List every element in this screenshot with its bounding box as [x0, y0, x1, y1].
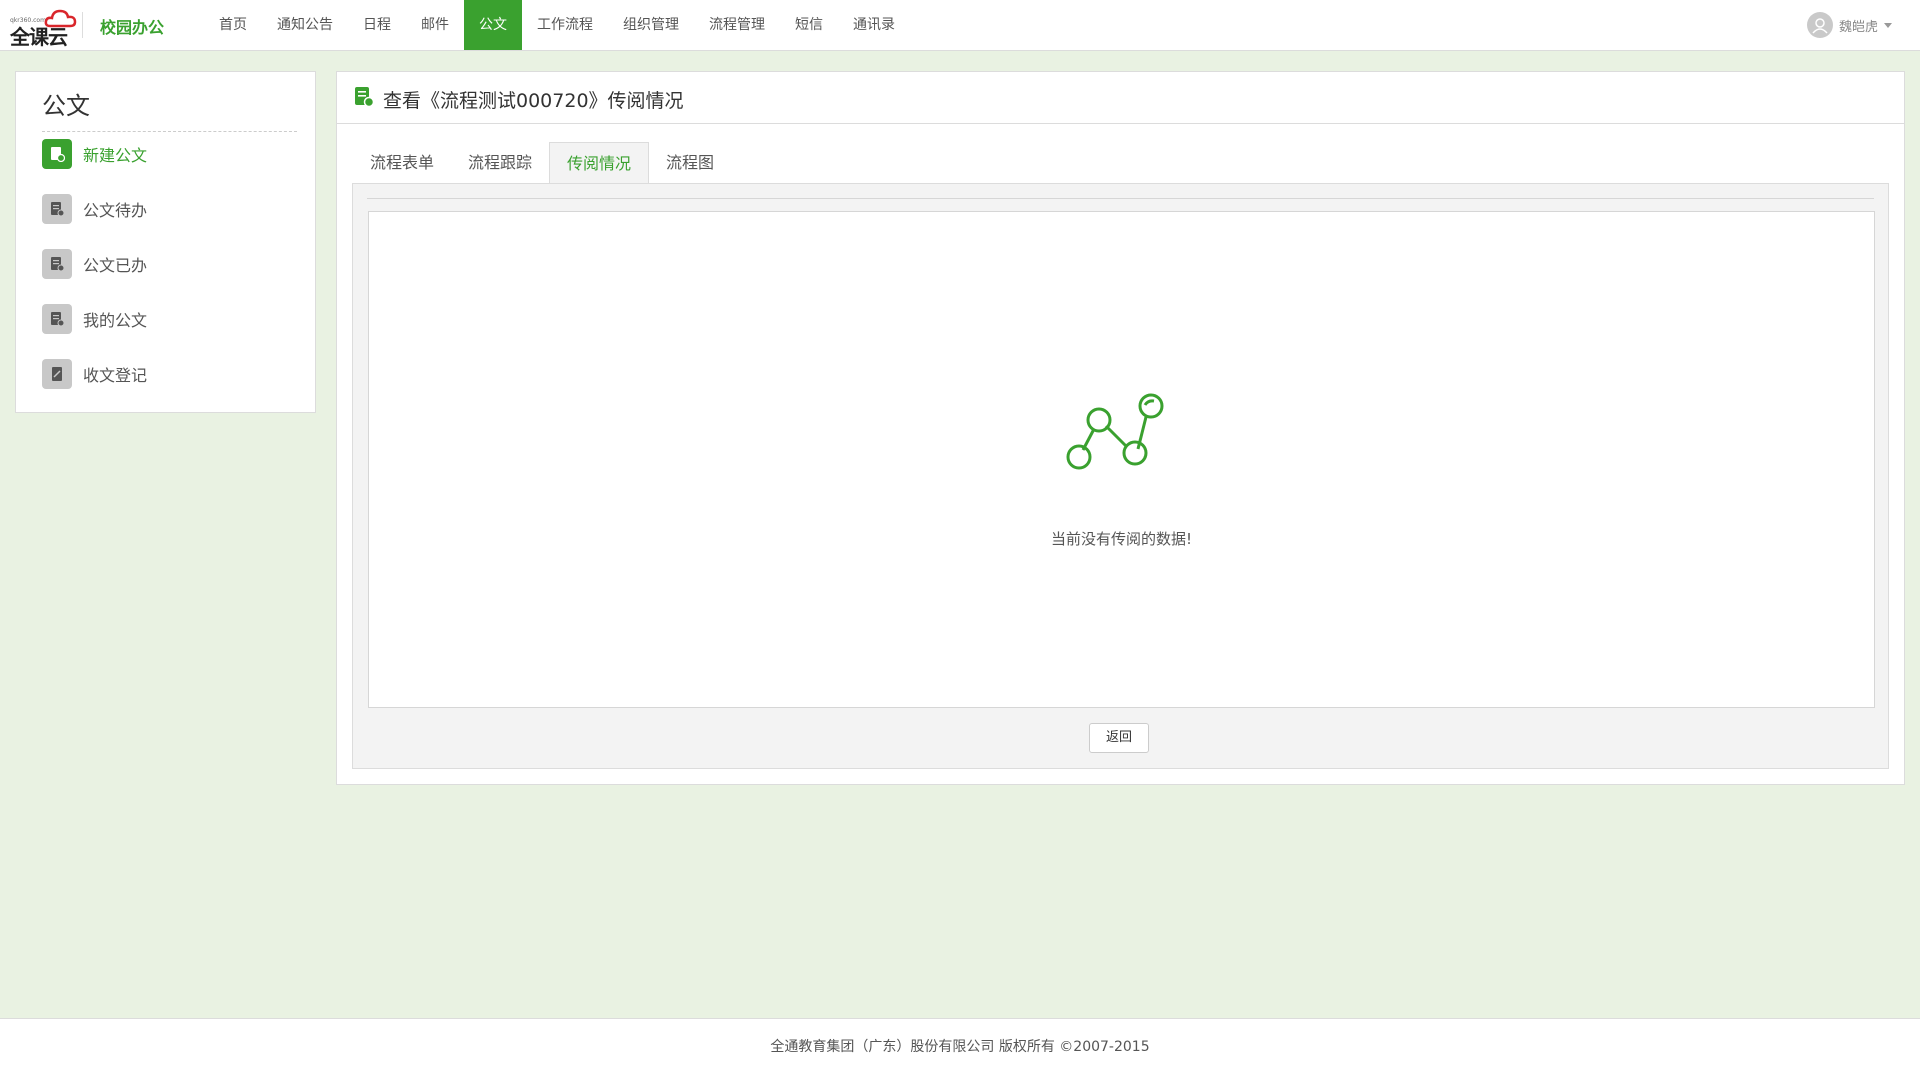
avatar: [1806, 12, 1833, 38]
cloud-logo-icon: [44, 9, 77, 28]
tab-flow-tracking[interactable]: 流程跟踪: [451, 142, 549, 184]
tab-panel: 当前没有传阅的数据! 返回: [352, 183, 1889, 769]
nav-item-sms[interactable]: 短信: [780, 0, 838, 50]
nav-item-mail[interactable]: 邮件: [406, 0, 464, 50]
user-icon: [1812, 18, 1828, 34]
doc-icon: [42, 304, 72, 334]
sidebar-item-label: 收文登记: [83, 366, 148, 385]
register-icon: [42, 359, 72, 389]
sidebar-item-pending-documents[interactable]: 公文待办: [42, 193, 147, 225]
logo[interactable]: qkr360.com 全课云: [8, 6, 77, 49]
sidebar-item-label: 公文待办: [83, 201, 148, 220]
top-navbar: qkr360.com 全课云 校园办公 首页 通知公告 日程 邮件 公文 工作流…: [0, 0, 1920, 51]
main-panel: 查看《流程测试000720》传阅情况 流程表单 流程跟踪 传阅情况 流程图 当前…: [336, 71, 1905, 785]
empty-data-chart-icon: [1066, 393, 1164, 470]
nav-item-workflow[interactable]: 工作流程: [522, 0, 608, 50]
sidebar-item-label: 公文已办: [83, 256, 148, 275]
user-menu[interactable]: 魏皑虎: [1806, 11, 1892, 39]
divider: [367, 198, 1874, 199]
sidebar-item-new-document[interactable]: 新建公文: [42, 138, 147, 170]
empty-message: 当前没有传阅的数据!: [1050, 530, 1192, 548]
nav-item-documents[interactable]: 公文: [464, 0, 522, 50]
document-view-icon: [353, 86, 375, 112]
sidebar-item-my-documents[interactable]: 我的公文: [42, 303, 147, 335]
user-name: 魏皑虎: [1838, 19, 1878, 35]
back-button[interactable]: 返回: [1089, 723, 1149, 753]
sidebar-title: 公文: [42, 86, 297, 132]
new-doc-icon: [42, 139, 72, 169]
doc-icon: [42, 249, 72, 279]
nav-item-org-management[interactable]: 组织管理: [608, 0, 694, 50]
tab-bar: 流程表单 流程跟踪 传阅情况 流程图: [353, 142, 731, 184]
panel-header: 查看《流程测试000720》传阅情况: [337, 72, 1904, 124]
sidebar-item-label: 新建公文: [83, 146, 148, 165]
sidebar-item-label: 我的公文: [83, 311, 148, 330]
main-nav: 首页 通知公告 日程 邮件 公文 工作流程 组织管理 流程管理 短信 通讯录: [204, 0, 910, 50]
tab-circulation-status[interactable]: 传阅情况: [549, 142, 650, 184]
tab-flow-form[interactable]: 流程表单: [353, 142, 451, 184]
nav-item-contacts[interactable]: 通讯录: [838, 0, 910, 50]
sidebar-item-receipt-register[interactable]: 收文登记: [42, 358, 147, 390]
nav-item-flow-management[interactable]: 流程管理: [694, 0, 780, 50]
app-title: 校园办公: [100, 18, 165, 37]
page-title: 查看《流程测试000720》传阅情况: [383, 90, 684, 112]
empty-state-box: 当前没有传阅的数据!: [368, 211, 1875, 708]
logo-divider: [82, 12, 83, 38]
sidebar: 公文 新建公文 公文待办 公文已办 我的公文 收文登记: [15, 71, 316, 413]
footer: 全通教育集团（广东）股份有限公司 版权所有 ©2007-2015: [0, 1018, 1920, 1070]
sidebar-item-done-documents[interactable]: 公文已办: [42, 248, 147, 280]
tab-flow-chart[interactable]: 流程图: [649, 142, 731, 184]
copyright-text: 全通教育集团（广东）股份有限公司 版权所有 ©2007-2015: [770, 1039, 1150, 1055]
nav-item-schedule[interactable]: 日程: [348, 0, 406, 50]
doc-icon: [42, 194, 72, 224]
nav-item-home[interactable]: 首页: [204, 0, 262, 50]
nav-item-notices[interactable]: 通知公告: [262, 0, 348, 50]
chevron-down-icon: [1884, 22, 1892, 28]
